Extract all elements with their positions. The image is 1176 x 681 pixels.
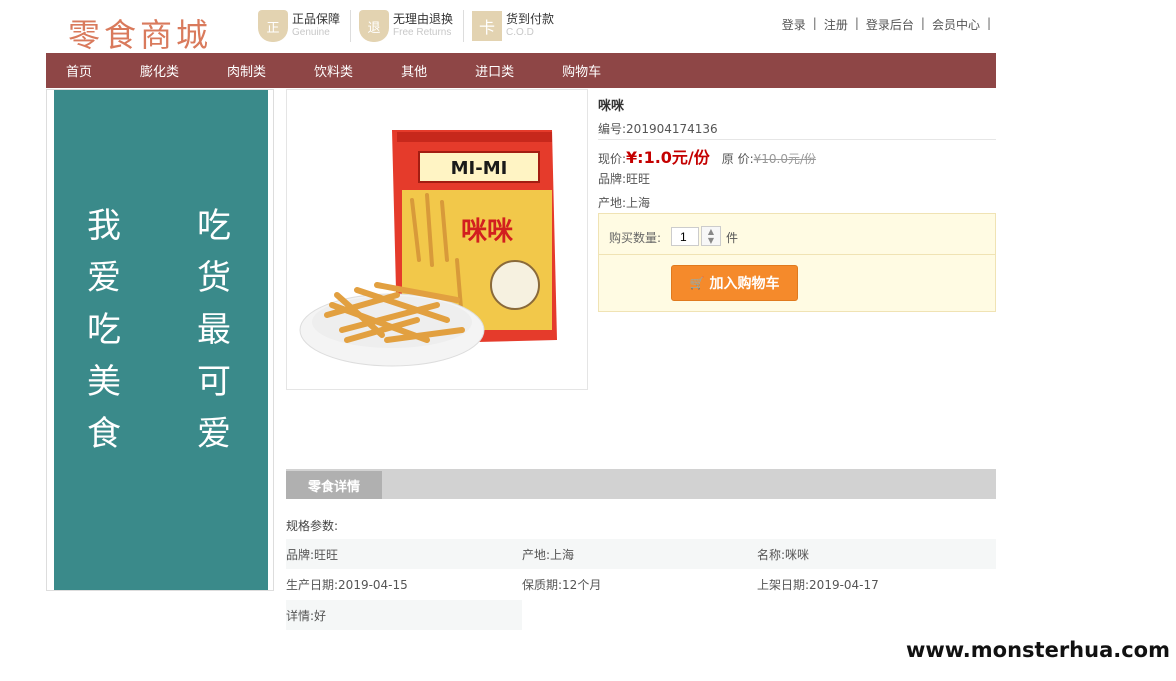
spec-details: 详情:好 (286, 600, 522, 630)
badge-subtitle: Genuine (292, 27, 330, 38)
add-to-cart-button[interactable]: 🛒 加入购物车 (671, 265, 798, 301)
nav-home[interactable]: 首页 (66, 61, 92, 80)
quantity-unit: 件 (726, 231, 739, 245)
spec-brand: 品牌:旺旺 (286, 547, 339, 562)
spec-row: 生产日期:2019-04-15 保质期:12个月 上架日期:2019-04-17 (286, 569, 996, 599)
spec-listing-date: 上架日期:2019-04-17 (757, 577, 879, 592)
product-code: 编号:201904174136 (598, 122, 718, 136)
quantity-label: 购买数量: (609, 231, 662, 245)
spec-row: 品牌:旺旺 产地:上海 名称:咪咪 (286, 539, 996, 569)
badge-subtitle: Free Returns (393, 27, 452, 38)
service-badges: 正 正品保障 Genuine 退 无理由退换 Free Returns 卡 货到… (258, 10, 572, 42)
spec-production-date: 生产日期:2019-04-15 (286, 577, 408, 592)
nav-puffed[interactable]: 膨化类 (140, 61, 179, 80)
watermark: www.monsterhua.com (901, 638, 1174, 662)
tab-snack-details[interactable]: 零食详情 (286, 471, 382, 499)
nav-meat[interactable]: 肉制类 (227, 61, 266, 80)
banner-image[interactable]: 我爱吃美食 吃货最可爱 (54, 90, 268, 590)
site-logo[interactable]: 零食商城 (68, 10, 212, 56)
product-origin: 产地:上海 (598, 196, 651, 210)
detail-tab-bar: 零食详情 (286, 469, 996, 499)
nav-other[interactable]: 其他 (401, 61, 427, 80)
product-image[interactable]: MI-MI 咪咪 (286, 89, 588, 390)
spec-origin: 产地:上海 (522, 547, 575, 562)
badge-returns: 退 无理由退换 Free Returns (359, 10, 465, 42)
nav-drinks[interactable]: 饮料类 (314, 61, 353, 80)
chevron-up-icon[interactable]: ▲ (702, 227, 720, 236)
divider (599, 254, 995, 255)
member-center-link[interactable]: 会员中心 (932, 16, 980, 33)
divider: | (812, 16, 817, 30)
nav-cart[interactable]: 购物车 (562, 61, 601, 80)
badge-cod: 卡 货到付款 C.O.D (472, 10, 564, 42)
price-label: 现价: (598, 152, 627, 166)
buy-box: 购买数量: ▲ ▼ 件 🛒 加入购物车 (598, 213, 996, 312)
add-to-cart-label: 加入购物车 (709, 276, 780, 292)
divider (598, 139, 996, 140)
nav-imported[interactable]: 进口类 (475, 61, 514, 80)
divider: | (854, 16, 859, 30)
side-banner: 我爱吃美食 吃货最可爱 (46, 89, 274, 591)
badge-genuine: 正 正品保障 Genuine (258, 10, 352, 42)
image-label-text: 咪咪 (461, 217, 513, 247)
spec-shelf-life: 保质期:12个月 (522, 577, 602, 592)
top-links: 登录 | 注册 | 登录后台 | 会员中心 | (782, 16, 998, 33)
product-name: 咪咪 (598, 99, 625, 114)
quantity-stepper[interactable]: ▲ ▼ (701, 226, 721, 246)
cart-icon: 🛒 (689, 276, 705, 290)
admin-login-link[interactable]: 登录后台 (866, 16, 914, 33)
banner-slogan-right: 吃货最可爱 (197, 206, 231, 454)
spec-heading: 规格参数: (286, 519, 339, 533)
snack-illustration: MI-MI 咪咪 (299, 130, 557, 367)
main-nav: 首页 膨化类 肉制类 饮料类 其他 进口类 购物车 (46, 53, 996, 88)
cod-icon: 卡 (472, 11, 503, 41)
original-price: ¥10.0元/份 (753, 152, 817, 166)
banner-slogan-left: 我爱吃美食 (87, 206, 121, 454)
register-link[interactable]: 注册 (824, 16, 848, 33)
shield-icon: 正 (258, 10, 288, 42)
badge-title: 货到付款 (506, 12, 555, 26)
product-brand: 品牌:旺旺 (598, 172, 651, 186)
badge-subtitle: C.O.D (506, 27, 534, 38)
quantity-input[interactable] (671, 227, 699, 246)
original-price-label: 原 价: (721, 152, 754, 166)
price-row: 现价: ¥:1.0元/份 原 价: ¥10.0元/份 (598, 144, 816, 168)
shield-icon: 退 (359, 10, 390, 42)
divider: | (920, 16, 925, 30)
badge-title: 正品保障 (292, 12, 341, 26)
divider: | (986, 16, 991, 30)
badge-title: 无理由退换 (393, 12, 454, 26)
current-price: ¥:1.0元/份 (626, 148, 710, 167)
login-link[interactable]: 登录 (782, 16, 806, 33)
image-brand-text: MI-MI (451, 158, 508, 179)
spec-name: 名称:咪咪 (757, 547, 810, 562)
chevron-down-icon[interactable]: ▼ (702, 236, 720, 245)
